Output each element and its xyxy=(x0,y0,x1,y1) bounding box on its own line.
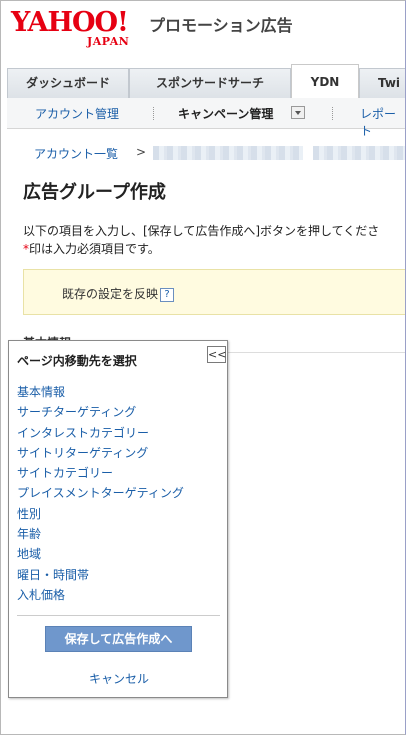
redacted-campaign-name xyxy=(313,146,405,160)
jump-link-region[interactable]: 地域 xyxy=(17,544,184,564)
header: YAHOO! JAPAN プロモーション広告 xyxy=(1,1,405,63)
jump-link-day-time[interactable]: 曜日・時間帯 xyxy=(17,565,184,585)
main-tabs: ダッシュボード スポンサードサーチ YDN Twi xyxy=(7,64,405,99)
tab-sponsored-search[interactable]: スポンサードサーチ xyxy=(129,68,291,98)
save-and-create-ad-button[interactable]: 保存して広告作成へ xyxy=(45,626,192,652)
tab-dashboard[interactable]: ダッシュボード xyxy=(7,68,129,98)
required-note: *印は入力必須項目です。 xyxy=(23,240,379,258)
subnav-campaign-management[interactable]: キャンペーン管理 xyxy=(178,105,273,122)
help-icon[interactable]: ? xyxy=(160,287,175,302)
logo-subtitle: JAPAN xyxy=(87,35,130,48)
subnav-divider xyxy=(332,107,333,120)
instruction-text: 以下の項目を入力し、[保存して広告作成へ]ボタンを押してくださ xyxy=(23,224,380,238)
jump-link-bid-price[interactable]: 入札価格 xyxy=(17,585,184,605)
apply-existing-label[interactable]: 既存の設定を反映 xyxy=(62,287,158,301)
jump-link-basic-info[interactable]: 基本情報 xyxy=(17,382,184,402)
sub-navigation: アカウント管理 キャンペーン管理 レポート xyxy=(7,98,405,138)
jump-link-site-category[interactable]: サイトカテゴリー xyxy=(17,463,184,483)
instructions: 以下の項目を入力し、[保存して広告作成へ]ボタンを押してくださ *印は入力必須項… xyxy=(23,222,379,258)
app-window: YAHOO! JAPAN プロモーション広告 ダッシュボード スポンサードサーチ… xyxy=(0,0,406,735)
jump-link-placement-targeting[interactable]: プレイスメントターゲティング xyxy=(17,483,184,503)
breadcrumb-separator: > xyxy=(136,145,147,159)
collapse-panel-button[interactable]: << xyxy=(207,346,226,363)
service-name: プロモーション広告 xyxy=(149,16,293,35)
yahoo-japan-logo[interactable]: YAHOO! JAPAN xyxy=(11,7,147,53)
page-title: 広告グループ作成 xyxy=(23,182,166,203)
apply-existing-settings: 既存の設定を反映? xyxy=(62,285,175,302)
subnav-reports[interactable]: レポート xyxy=(360,105,405,139)
subnav-account-management[interactable]: アカウント管理 xyxy=(35,105,119,122)
jump-panel-title: ページ内移動先を選択 xyxy=(17,354,137,368)
jump-link-interest-category[interactable]: インタレストカテゴリー xyxy=(17,423,184,443)
campaign-dropdown-icon[interactable] xyxy=(291,106,305,119)
breadcrumb-account-list[interactable]: アカウント一覧 xyxy=(34,147,118,161)
required-note-text: 印は入力必須項目です。 xyxy=(29,242,160,256)
tab-ydn[interactable]: YDN xyxy=(291,64,359,99)
breadcrumb: アカウント一覧 > xyxy=(34,145,146,162)
tab-twitter[interactable]: Twi xyxy=(359,68,405,98)
page-jump-panel: ページ内移動先を選択 << 基本情報 サーチターゲティング インタレストカテゴリ… xyxy=(8,340,228,698)
jump-link-list: 基本情報 サーチターゲティング インタレストカテゴリー サイトリターゲティング … xyxy=(17,382,184,605)
redacted-account-name xyxy=(153,146,303,160)
panel-divider xyxy=(17,615,220,616)
cancel-link[interactable]: キャンセル xyxy=(9,670,229,687)
subnav-divider xyxy=(153,107,154,120)
jump-link-search-targeting[interactable]: サーチターゲティング xyxy=(17,402,184,422)
jump-link-gender[interactable]: 性別 xyxy=(17,504,184,524)
jump-link-age[interactable]: 年齢 xyxy=(17,524,184,544)
jump-link-site-retargeting[interactable]: サイトリターゲティング xyxy=(17,443,184,463)
apply-existing-settings-box: 既存の設定を反映? xyxy=(23,269,405,315)
